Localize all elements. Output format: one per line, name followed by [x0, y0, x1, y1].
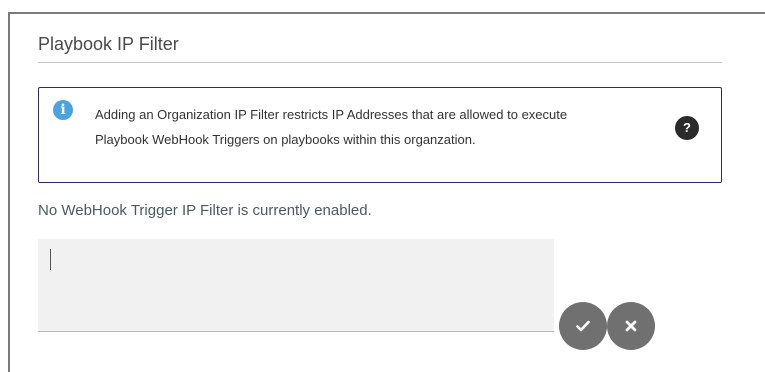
- info-icon: i: [53, 100, 73, 120]
- ip-filter-input[interactable]: [38, 239, 554, 332]
- info-line-2: Playbook WebHook Triggers on playbooks w…: [95, 132, 476, 147]
- page-title: Playbook IP Filter: [38, 34, 179, 54]
- filter-status-text: No WebHook Trigger IP Filter is currentl…: [38, 202, 372, 219]
- cancel-button[interactable]: [607, 302, 655, 350]
- title-divider: [38, 62, 722, 63]
- info-line-1: Adding an Organization IP Filter restric…: [95, 107, 568, 122]
- info-text: Adding an Organization IP Filter restric…: [95, 102, 655, 152]
- info-notice: i Adding an Organization IP Filter restr…: [38, 87, 722, 183]
- check-icon: [576, 320, 590, 332]
- text-cursor: [50, 249, 51, 270]
- question-icon[interactable]: ?: [675, 116, 699, 140]
- confirm-button[interactable]: [559, 302, 607, 350]
- close-icon: [625, 320, 637, 332]
